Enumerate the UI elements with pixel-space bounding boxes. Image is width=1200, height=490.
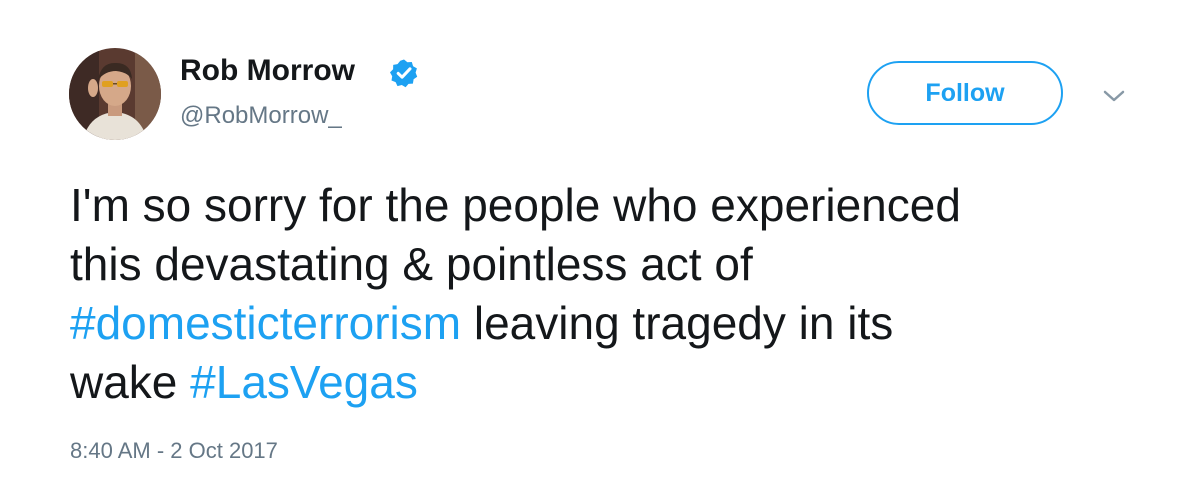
avatar[interactable] — [69, 48, 161, 140]
tweet-text: I'm so sorry for the people who experien… — [70, 176, 1160, 412]
tweet-text-line: wake #LasVegas — [70, 353, 1160, 412]
timestamp-link[interactable]: 8:40 AM - 2 Oct 2017 — [70, 438, 278, 464]
tweet-text-segment: wake — [70, 356, 191, 408]
display-name[interactable]: Rob Morrow — [180, 54, 355, 88]
verified-badge-icon — [390, 59, 418, 88]
follow-button[interactable]: Follow — [867, 61, 1063, 125]
chevron-down-icon[interactable] — [1099, 84, 1129, 108]
hashtag-link-lasvegas[interactable]: #LasVegas — [190, 356, 418, 408]
tweet-card: Rob Morrow @RobMorrow_ Follow I'm so sor… — [0, 0, 1200, 490]
tweet-text-segment: leaving tragedy in its — [461, 297, 894, 349]
tweet-text-line: this devastating & pointless act of — [70, 238, 753, 290]
hashtag-link-domesticterrorism[interactable]: #domesticterrorism — [70, 297, 461, 349]
user-handle[interactable]: @RobMorrow_ — [180, 102, 342, 130]
tweet-text-line: #domesticterrorism leaving tragedy in it… — [70, 294, 1160, 353]
tweet-text-line: I'm so sorry for the people who experien… — [70, 179, 961, 231]
profile-photo-icon — [69, 48, 161, 140]
